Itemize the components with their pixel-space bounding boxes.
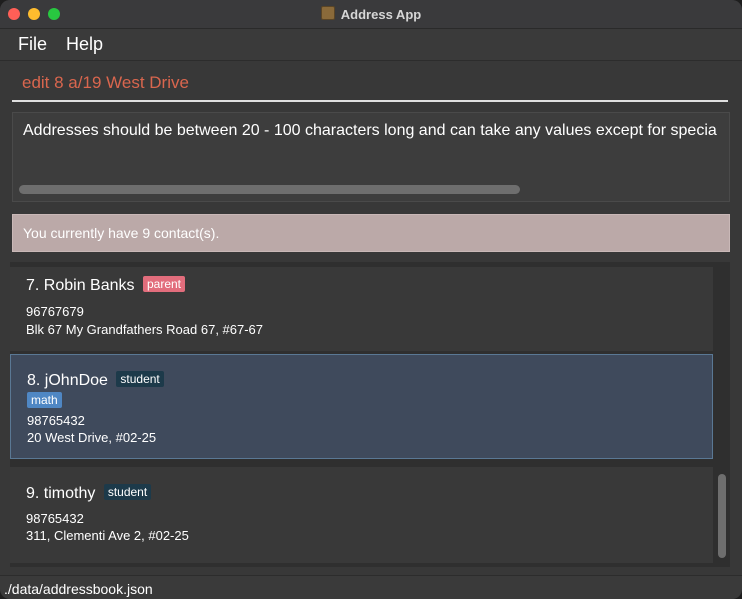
app-window: Address App File Help edit 8 a/19 West D… — [0, 0, 742, 599]
vertical-scrollbar[interactable] — [718, 474, 726, 558]
contact-phone: 96767679 — [26, 304, 84, 319]
contact-phone: 98765432 — [27, 413, 85, 428]
window-title-text: Address App — [340, 7, 422, 22]
contact-name-row: 8. jOhnDoe student — [27, 371, 164, 390]
command-input-text: edit 8 a/19 West Drive — [22, 73, 189, 92]
horizontal-scrollbar[interactable] — [19, 185, 520, 194]
contact-card[interactable]: 7. Robin Banks parent 96767679 Blk 67 My… — [10, 267, 713, 351]
window-title: Address App — [0, 6, 742, 22]
contact-address: 20 West Drive, #02-25 — [27, 430, 157, 445]
title-bar: Address App — [0, 0, 742, 29]
contact-list: 7. Robin Banks parent 96767679 Blk 67 My… — [10, 262, 730, 567]
result-display: Addresses should be between 20 - 100 cha… — [12, 112, 730, 202]
menu-help[interactable]: Help — [66, 34, 103, 55]
contact-name: 9. timothy — [26, 485, 96, 502]
tag-badge: student — [116, 371, 164, 387]
tag-badge: student — [103, 484, 152, 500]
contact-card-selected[interactable]: 8. jOhnDoe student math 98765432 20 West… — [10, 354, 713, 459]
contact-name: 8. jOhnDoe — [27, 372, 108, 389]
tag-badge: parent — [142, 276, 185, 292]
status-banner: You currently have 9 contact(s). — [12, 214, 730, 252]
subject-tag-row: math — [27, 392, 62, 411]
status-message: You currently have 9 contact(s). — [23, 225, 220, 241]
menu-bar: File Help — [0, 29, 742, 61]
status-bar-footer: ./data/addressbook.json — [0, 575, 742, 599]
app-icon — [320, 6, 335, 20]
contact-address: 311, Clementi Ave 2, #02-25 — [26, 528, 189, 543]
menu-file[interactable]: File — [18, 34, 47, 55]
contact-name: 7. Robin Banks — [26, 277, 135, 294]
contact-name-row: 7. Robin Banks parent — [26, 276, 185, 295]
contact-name-row: 9. timothy student — [26, 484, 152, 503]
contact-address: Blk 67 My Grandfathers Road 67, #67-67 — [26, 322, 264, 337]
subject-tag-badge: math — [27, 392, 62, 408]
result-message: Addresses should be between 20 - 100 cha… — [23, 122, 717, 139]
data-file-path: ./data/addressbook.json — [4, 581, 153, 597]
command-input[interactable]: edit 8 a/19 West Drive — [12, 66, 728, 102]
contact-card[interactable]: 9. timothy student 98765432 311, Clement… — [10, 467, 713, 563]
contact-phone: 98765432 — [26, 511, 84, 526]
